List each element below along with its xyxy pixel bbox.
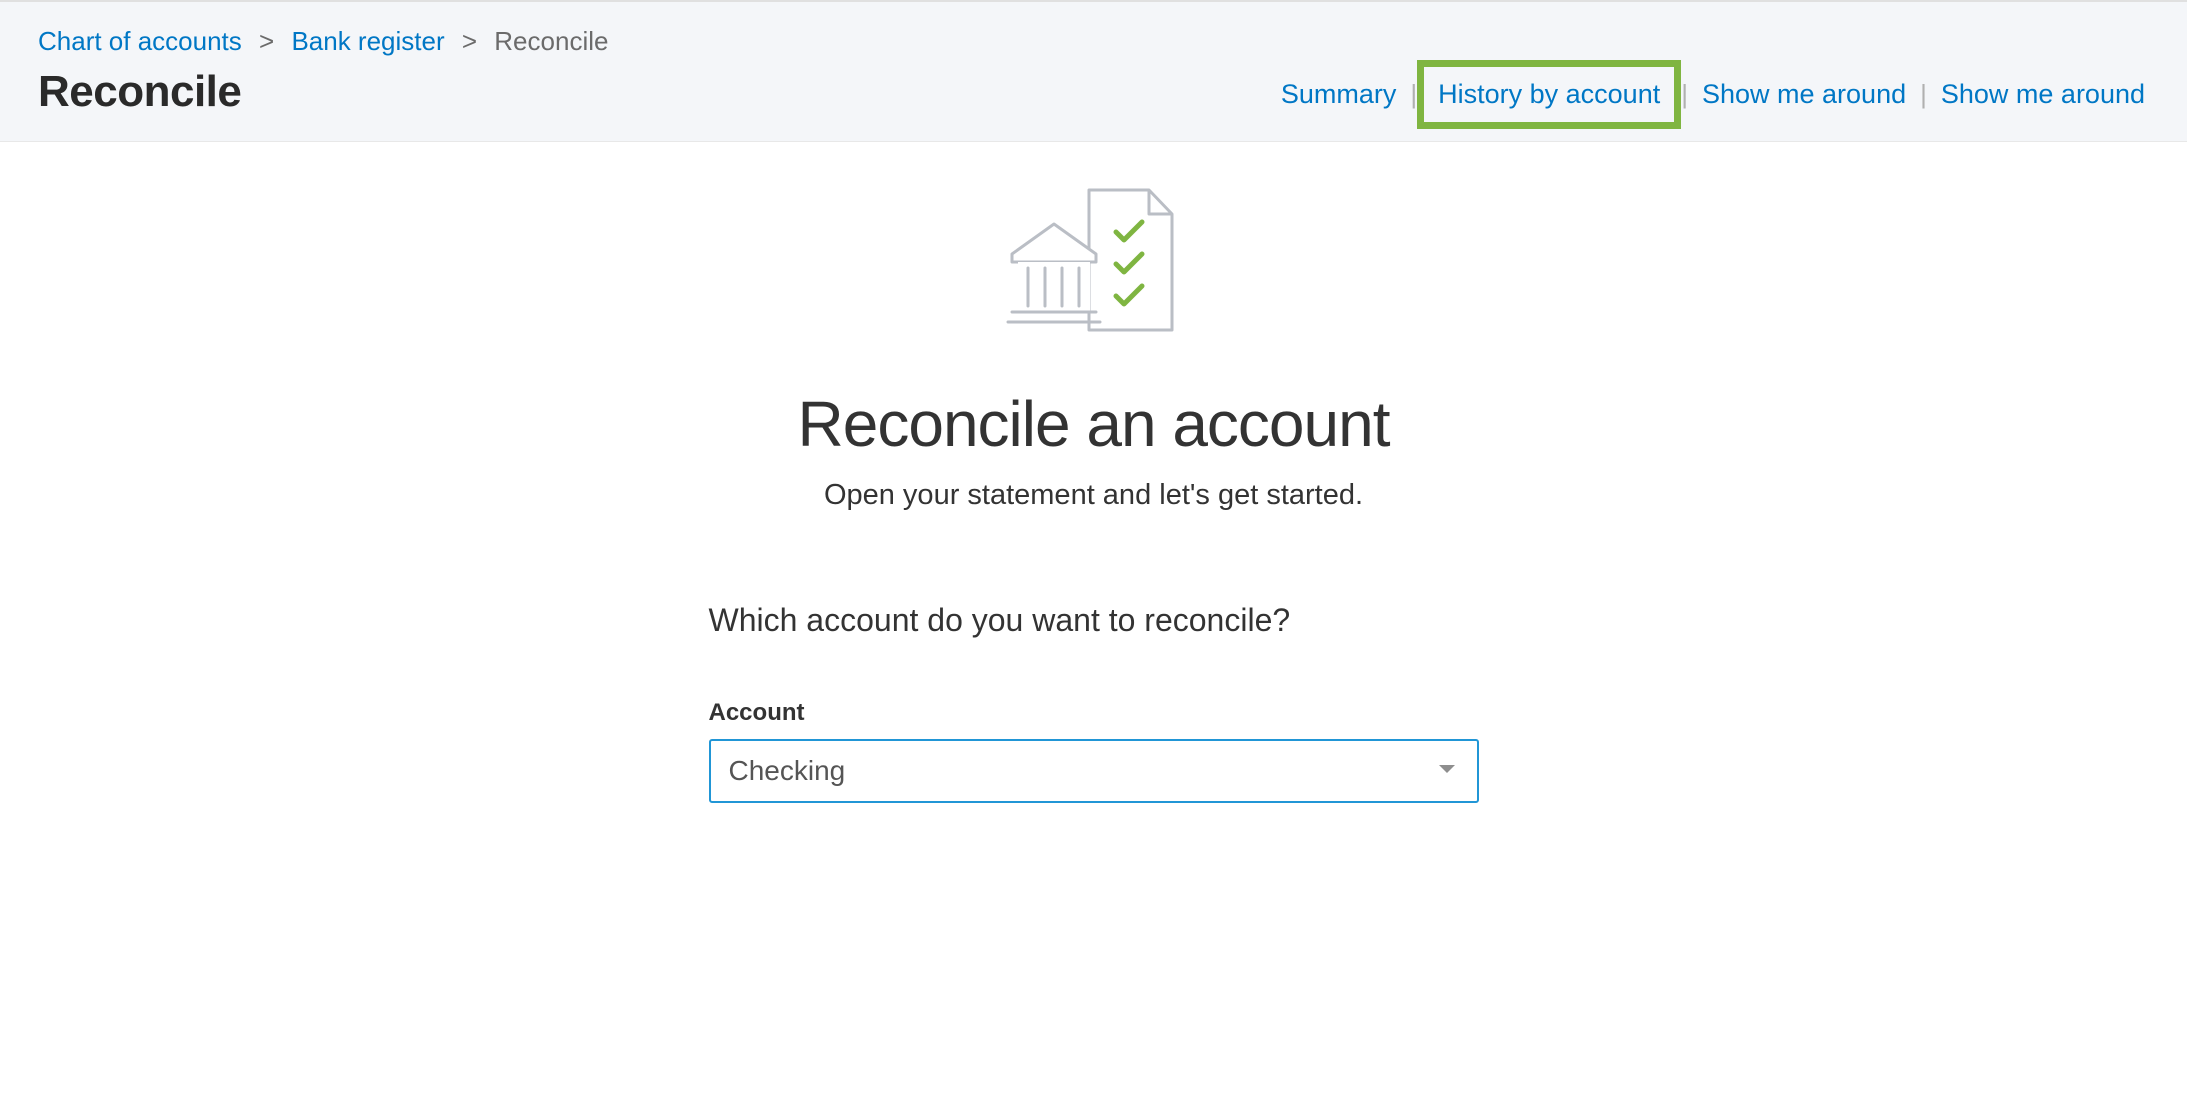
header-actions: Summary | History by account | Show me a… xyxy=(1267,60,2159,129)
breadcrumb-current: Reconcile xyxy=(494,26,608,56)
link-divider: | xyxy=(1681,79,1688,110)
account-select[interactable] xyxy=(709,739,1479,803)
show-me-around-link-2[interactable]: Show me around xyxy=(1927,73,2159,116)
account-label: Account xyxy=(709,699,1479,727)
hero-heading: Reconcile an account xyxy=(0,387,2187,461)
breadcrumb-separator: > xyxy=(259,26,274,56)
main-content: Reconcile an account Open your statement… xyxy=(0,142,2187,803)
breadcrumb: Chart of accounts > Bank register > Reco… xyxy=(38,26,2149,57)
page-header: Chart of accounts > Bank register > Reco… xyxy=(0,0,2187,142)
breadcrumb-chart-of-accounts[interactable]: Chart of accounts xyxy=(38,26,242,56)
hero-subheading: Open your statement and let's get starte… xyxy=(0,479,2187,512)
form-question: Which account do you want to reconcile? xyxy=(709,602,1479,639)
show-me-around-link[interactable]: Show me around xyxy=(1688,73,1920,116)
breadcrumb-separator: > xyxy=(462,26,477,56)
summary-link[interactable]: Summary xyxy=(1267,73,1411,116)
history-highlight: History by account xyxy=(1417,60,1681,129)
breadcrumb-bank-register[interactable]: Bank register xyxy=(291,26,444,56)
bank-document-icon xyxy=(994,182,1194,347)
account-form: Which account do you want to reconcile? … xyxy=(709,602,1479,803)
link-divider: | xyxy=(1410,79,1417,110)
account-select-wrap xyxy=(709,739,1479,803)
history-by-account-link[interactable]: History by account xyxy=(1424,67,1674,122)
link-divider: | xyxy=(1920,79,1927,110)
